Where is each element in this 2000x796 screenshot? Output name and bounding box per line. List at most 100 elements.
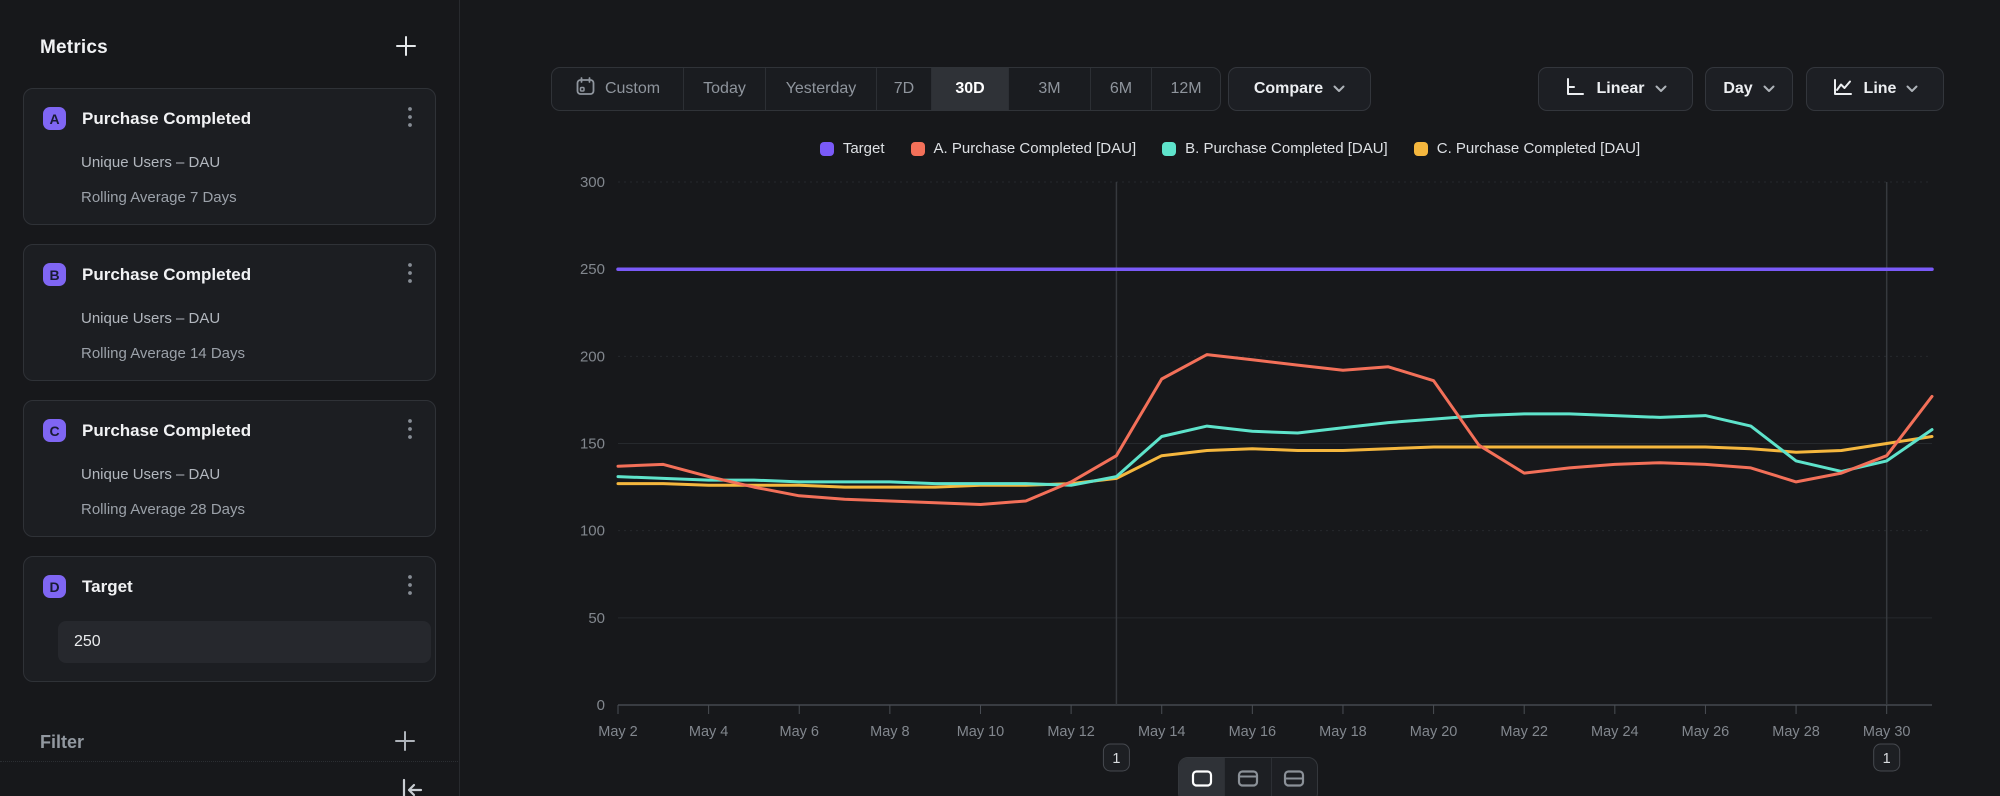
target-card: D Target bbox=[23, 556, 436, 682]
compare-button[interactable]: Compare bbox=[1228, 67, 1371, 111]
metric-card-c: CPurchase Completed Unique Users – DAU Rol… bbox=[23, 400, 436, 537]
range-option-12m[interactable]: 12M bbox=[1151, 68, 1220, 110]
annotation-badge[interactable]: 1 bbox=[1103, 744, 1129, 771]
svg-text:50: 50 bbox=[588, 610, 605, 627]
range-option-label: 30D bbox=[955, 80, 984, 98]
metric-card-title: Purchase Completed bbox=[82, 109, 403, 129]
range-option-label: 6M bbox=[1110, 80, 1132, 98]
filter-title: Filter bbox=[40, 732, 84, 753]
svg-text:May 24: May 24 bbox=[1591, 724, 1639, 740]
chart-type-select-button[interactable]: Line bbox=[1806, 67, 1944, 111]
metric-card-header: CPurchase Completed bbox=[42, 416, 417, 445]
axis-scale-icon bbox=[1564, 76, 1586, 103]
svg-text:May 18: May 18 bbox=[1319, 724, 1367, 740]
table-view-button[interactable] bbox=[1271, 758, 1317, 796]
add-metric-button[interactable] bbox=[393, 33, 419, 62]
metric-badge-b: B bbox=[43, 263, 66, 286]
scale-button-label: Linear bbox=[1596, 80, 1644, 98]
svg-text:May 4: May 4 bbox=[689, 724, 729, 740]
target-value-input[interactable] bbox=[58, 621, 431, 663]
svg-text:100: 100 bbox=[580, 523, 605, 540]
analytics-report-page: Metrics A Purchase Completed Unique Users … bbox=[0, 0, 2000, 796]
plus-icon bbox=[393, 33, 419, 62]
filter-section-header: Filter bbox=[0, 728, 458, 757]
granularity-button-label: Day bbox=[1723, 80, 1752, 98]
chart-view-button[interactable] bbox=[1179, 758, 1224, 796]
svg-text:May 8: May 8 bbox=[870, 724, 910, 740]
metrics-line-chart: 050100150200250300May 2May 4May 6May 8Ma… bbox=[460, 130, 2000, 796]
range-option-today[interactable]: Today bbox=[683, 68, 765, 110]
svg-text:May 2: May 2 bbox=[598, 724, 638, 740]
target-card-title: Target bbox=[82, 577, 403, 597]
chart-view-icon bbox=[1190, 767, 1214, 794]
range-option-label: 3M bbox=[1038, 80, 1060, 98]
metric-badge-d: D bbox=[43, 575, 66, 598]
metric-transform-label: Rolling Average 7 Days bbox=[81, 189, 417, 206]
svg-text:250: 250 bbox=[580, 261, 605, 278]
svg-text:300: 300 bbox=[580, 174, 605, 191]
x-axis-labels: May 2May 4May 6May 8May 10May 12May 14Ma… bbox=[598, 705, 1910, 740]
target-card-menu-button[interactable] bbox=[403, 572, 417, 601]
metric-measure-label: Unique Users – DAU bbox=[81, 310, 417, 327]
svg-text:May 28: May 28 bbox=[1772, 724, 1820, 740]
scale-select-button[interactable]: Linear bbox=[1538, 67, 1693, 111]
kebab-icon bbox=[407, 584, 413, 599]
split-view-button[interactable] bbox=[1224, 758, 1270, 796]
svg-text:May 14: May 14 bbox=[1138, 724, 1186, 740]
metric-measure-label: Unique Users – DAU bbox=[81, 466, 417, 483]
range-option-yesterday[interactable]: Yesterday bbox=[765, 68, 876, 110]
metrics-title: Metrics bbox=[40, 37, 108, 59]
kebab-icon bbox=[407, 272, 413, 287]
svg-text:May 26: May 26 bbox=[1682, 724, 1730, 740]
split-view-icon bbox=[1236, 767, 1260, 794]
collapse-panel-icon bbox=[397, 776, 425, 796]
calendar-icon bbox=[575, 76, 596, 102]
chart-type-button-label: Line bbox=[1864, 80, 1897, 98]
collapse-sidebar-button[interactable] bbox=[397, 776, 425, 796]
metric-measure-label: Unique Users – DAU bbox=[81, 154, 417, 171]
svg-text:1: 1 bbox=[1112, 751, 1120, 767]
metric-badge-a: A bbox=[43, 107, 66, 130]
metric-card-list: A Purchase Completed Unique Users – DAU Rol… bbox=[0, 88, 459, 537]
date-range-selector: Custom Today Yesterday 7D 30D 3M 6M 12M bbox=[551, 67, 1221, 111]
target-card-header: D Target bbox=[42, 572, 417, 601]
add-filter-button[interactable] bbox=[392, 728, 418, 757]
svg-text:May 10: May 10 bbox=[957, 724, 1005, 740]
svg-text:May 22: May 22 bbox=[1500, 724, 1548, 740]
metric-card-a: A Purchase Completed Unique Users – DAU Rol… bbox=[23, 88, 436, 225]
kebab-icon bbox=[407, 116, 413, 131]
range-option-30d[interactable]: 30D bbox=[931, 68, 1008, 110]
line-chart-icon bbox=[1832, 76, 1854, 103]
range-option-custom[interactable]: Custom bbox=[552, 68, 683, 110]
plus-icon bbox=[392, 728, 418, 757]
chevron-down-icon bbox=[1655, 80, 1667, 98]
metric-card-menu-button[interactable] bbox=[403, 104, 417, 133]
compare-button-label: Compare bbox=[1254, 80, 1323, 98]
svg-text:150: 150 bbox=[580, 436, 605, 453]
annotation-badge[interactable]: 1 bbox=[1874, 744, 1900, 771]
range-option-6m[interactable]: 6M bbox=[1090, 68, 1151, 110]
metric-card-title: Purchase Completed bbox=[82, 265, 403, 285]
metric-card-menu-button[interactable] bbox=[403, 416, 417, 445]
series-line-c bbox=[618, 437, 1932, 488]
svg-text:0: 0 bbox=[597, 697, 605, 714]
range-option-label: 7D bbox=[894, 80, 914, 98]
metric-transform-label: Rolling Average 28 Days bbox=[81, 501, 417, 518]
metric-transform-label: Rolling Average 14 Days bbox=[81, 345, 417, 362]
range-option-label: Custom bbox=[605, 80, 660, 98]
chevron-down-icon bbox=[1763, 80, 1775, 98]
granularity-select-button[interactable]: Day bbox=[1705, 67, 1793, 111]
metrics-panel: Metrics A Purchase Completed Unique Users … bbox=[0, 0, 460, 796]
svg-text:May 30: May 30 bbox=[1863, 724, 1911, 740]
sidebar-footer-divider bbox=[0, 761, 458, 762]
range-option-7d[interactable]: 7D bbox=[876, 68, 931, 110]
metric-card-menu-button[interactable] bbox=[403, 260, 417, 289]
svg-text:May 16: May 16 bbox=[1229, 724, 1277, 740]
metric-card-header: A Purchase Completed bbox=[42, 104, 417, 133]
table-view-icon bbox=[1282, 767, 1306, 794]
svg-text:May 20: May 20 bbox=[1410, 724, 1458, 740]
kebab-icon bbox=[407, 428, 413, 443]
range-option-label: Today bbox=[703, 80, 746, 98]
metric-card-title: Purchase Completed bbox=[82, 421, 403, 441]
range-option-3m[interactable]: 3M bbox=[1008, 68, 1090, 110]
